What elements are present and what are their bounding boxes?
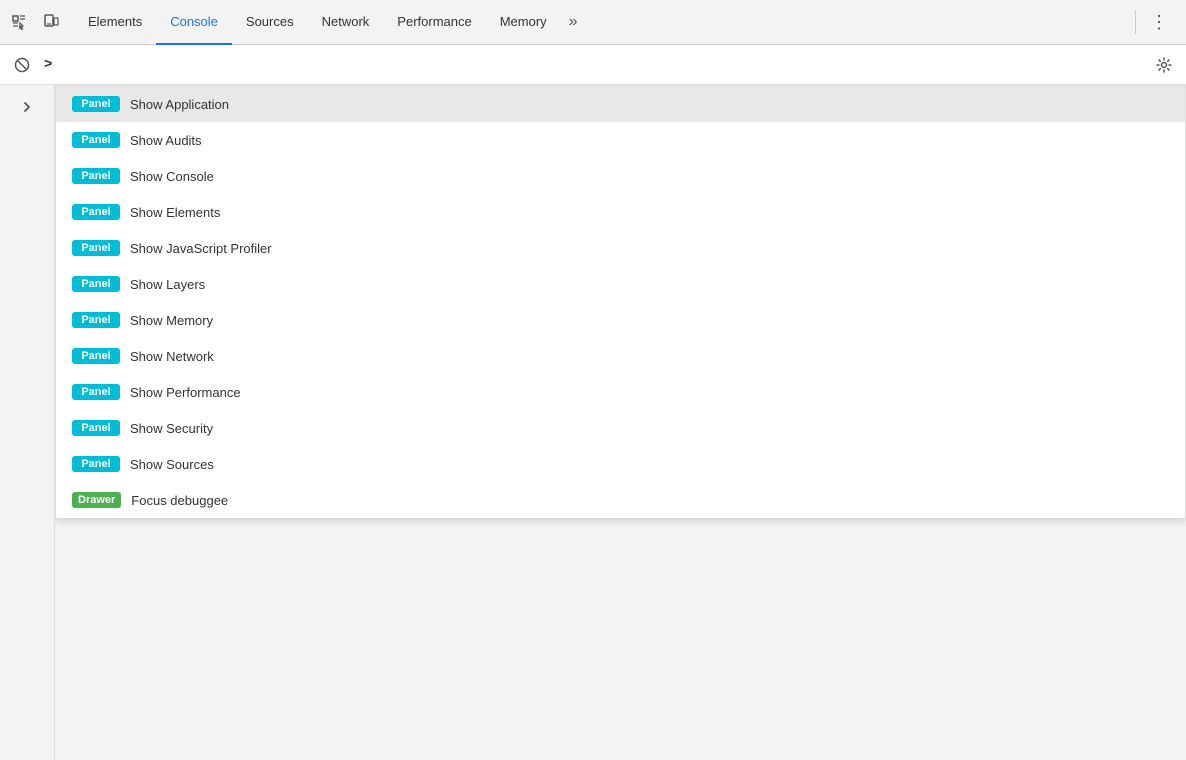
settings-button[interactable] [1150,51,1178,79]
inspect-element-button[interactable] [4,7,34,37]
autocomplete-wrapper: Panel Show Application Panel Show Audits… [55,85,1186,760]
console-input[interactable] [56,57,1142,72]
tab-console[interactable]: Console [156,0,232,45]
console-toolbar: > [0,45,1186,85]
autocomplete-label: Show Elements [130,205,220,220]
autocomplete-dropdown: Panel Show Application Panel Show Audits… [55,85,1186,519]
autocomplete-label: Show Memory [130,313,213,328]
tab-bar-right: ⋮ [1131,7,1182,37]
badge-panel: Panel [72,312,120,328]
tab-sources[interactable]: Sources [232,0,308,45]
more-tabs-button[interactable]: » [561,0,586,45]
autocomplete-item-show-elements[interactable]: Panel Show Elements [56,194,1185,230]
autocomplete-item-show-security[interactable]: Panel Show Security [56,410,1185,446]
autocomplete-label: Focus debuggee [131,493,228,508]
divider [1135,10,1136,34]
autocomplete-label: Show Application [130,97,229,112]
devtools-container: Elements Console Sources Network Perform… [0,0,1186,760]
autocomplete-item-show-layers[interactable]: Panel Show Layers [56,266,1185,302]
badge-panel: Panel [72,96,120,112]
tab-performance[interactable]: Performance [383,0,485,45]
badge-panel: Panel [72,168,120,184]
autocomplete-label: Show JavaScript Profiler [130,241,272,256]
badge-panel: Panel [72,276,120,292]
badge-panel: Panel [72,132,120,148]
autocomplete-label: Show Security [130,421,213,436]
toolbar-icons [4,7,66,37]
autocomplete-item-show-performance[interactable]: Panel Show Performance [56,374,1185,410]
autocomplete-item-show-js-profiler[interactable]: Panel Show JavaScript Profiler [56,230,1185,266]
console-clear-button[interactable] [8,51,36,79]
autocomplete-item-show-memory[interactable]: Panel Show Memory [56,302,1185,338]
autocomplete-item-show-network[interactable]: Panel Show Network [56,338,1185,374]
badge-panel: Panel [72,348,120,364]
autocomplete-item-show-audits[interactable]: Panel Show Audits [56,122,1185,158]
autocomplete-label: Show Audits [130,133,202,148]
badge-panel: Panel [72,384,120,400]
left-sidebar [0,85,55,760]
tab-bar: Elements Console Sources Network Perform… [0,0,1186,45]
badge-panel: Panel [72,420,120,436]
autocomplete-item-show-sources[interactable]: Panel Show Sources [56,446,1185,482]
autocomplete-label: Show Sources [130,457,214,472]
autocomplete-label: Show Network [130,349,214,364]
badge-drawer: Drawer [72,492,121,508]
autocomplete-label: Show Performance [130,385,241,400]
tab-network[interactable]: Network [308,0,384,45]
badge-panel: Panel [72,240,120,256]
expand-sidebar-button[interactable] [13,93,41,121]
main-content: Panel Show Application Panel Show Audits… [0,85,1186,760]
autocomplete-label: Show Console [130,169,214,184]
more-options-button[interactable]: ⋮ [1144,7,1174,37]
badge-panel: Panel [72,204,120,220]
tab-elements[interactable]: Elements [74,0,156,45]
tab-memory[interactable]: Memory [486,0,561,45]
autocomplete-label: Show Layers [130,277,205,292]
badge-panel: Panel [72,456,120,472]
console-prompt: > [44,57,52,73]
autocomplete-item-show-console[interactable]: Panel Show Console [56,158,1185,194]
console-input-area: > [44,57,1142,73]
device-toggle-button[interactable] [36,7,66,37]
autocomplete-item-show-application[interactable]: Panel Show Application [56,86,1185,122]
autocomplete-item-focus-debuggee[interactable]: Drawer Focus debuggee [56,482,1185,518]
